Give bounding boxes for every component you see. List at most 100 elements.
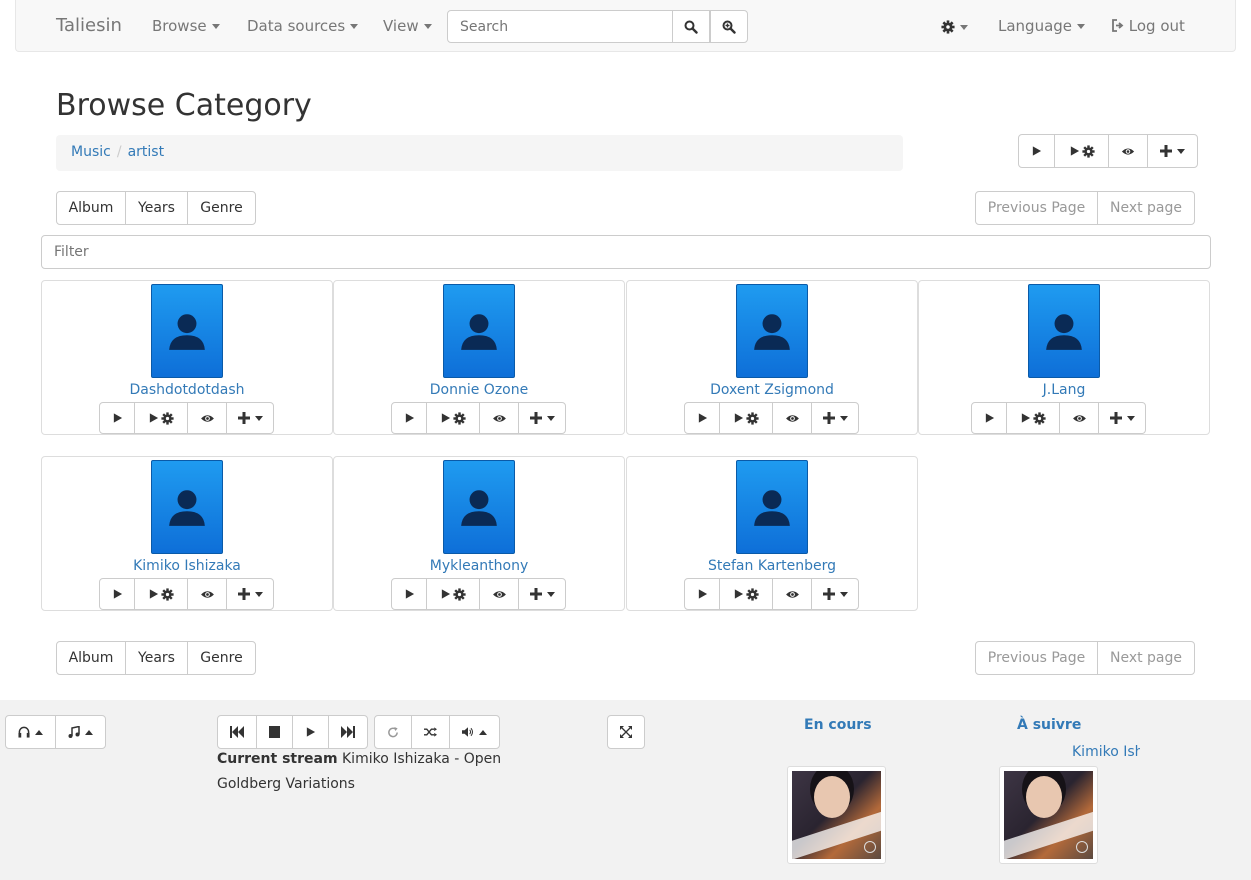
play-advanced-button[interactable]: [134, 402, 188, 434]
up-next-track[interactable]: Kimiko Ishizaka: [1072, 744, 1140, 760]
add-menu-button[interactable]: [811, 402, 859, 434]
filter-input[interactable]: [41, 235, 1211, 269]
previous-track-button[interactable]: [217, 715, 257, 749]
genre-button[interactable]: Genre: [187, 191, 256, 225]
play-button[interactable]: [292, 715, 329, 749]
plus-icon: [1160, 145, 1172, 157]
artist-actions: [99, 578, 274, 610]
eye-icon: [200, 589, 215, 600]
play-advanced-button[interactable]: [426, 402, 480, 434]
add-menu-button[interactable]: [226, 402, 274, 434]
fullscreen-button[interactable]: [607, 715, 645, 749]
settings-menu[interactable]: [941, 18, 968, 36]
artist-card-kimiko-ishizaka: Kimiko Ishizaka: [41, 456, 333, 611]
caret-down-icon: [1177, 148, 1185, 154]
play-button[interactable]: [971, 402, 1007, 434]
search-button[interactable]: [672, 10, 710, 43]
volume-icon: [462, 727, 474, 737]
view-button[interactable]: [772, 402, 812, 434]
add-menu-button[interactable]: [1098, 402, 1146, 434]
years-button[interactable]: Years: [125, 191, 188, 225]
play-button[interactable]: [391, 402, 427, 434]
play-advanced-button[interactable]: [134, 578, 188, 610]
logout-link[interactable]: Log out: [1111, 17, 1185, 35]
artist-name-link[interactable]: Dashdotdotdash: [42, 382, 332, 398]
stream-select-button[interactable]: [5, 715, 56, 749]
view-button[interactable]: [772, 578, 812, 610]
view-button[interactable]: [1108, 134, 1148, 168]
view-button[interactable]: [187, 402, 227, 434]
add-menu-button[interactable]: [811, 578, 859, 610]
up-next-cover[interactable]: [999, 766, 1098, 864]
playlist-button[interactable]: [55, 715, 106, 749]
genre-button[interactable]: Genre: [187, 641, 256, 675]
volume-button[interactable]: [449, 715, 500, 749]
view-menu[interactable]: View: [383, 17, 432, 35]
navbar: Taliesin Browse Data sources View Langua…: [15, 0, 1236, 52]
artist-name-link[interactable]: J.Lang: [919, 382, 1209, 398]
advanced-search-button[interactable]: [710, 10, 748, 43]
language-menu[interactable]: Language: [998, 17, 1086, 35]
play-button[interactable]: [99, 578, 135, 610]
artist-name-link[interactable]: Kimiko Ishizaka: [42, 558, 332, 574]
browse-menu[interactable]: Browse: [152, 17, 220, 35]
play-button[interactable]: [99, 402, 135, 434]
user-avatar[interactable]: [736, 460, 808, 554]
repeat-button[interactable]: [374, 715, 412, 749]
play-advanced-button[interactable]: [426, 578, 480, 610]
user-avatar[interactable]: [443, 460, 515, 554]
years-button[interactable]: Years: [125, 641, 188, 675]
add-menu-button[interactable]: [518, 578, 566, 610]
artist-name-link[interactable]: Mykleanthony: [334, 558, 624, 574]
user-avatar[interactable]: [736, 284, 808, 378]
user-avatar[interactable]: [151, 460, 223, 554]
play-advanced-button[interactable]: [1006, 402, 1060, 434]
play-button[interactable]: [391, 578, 427, 610]
add-menu-button[interactable]: [226, 578, 274, 610]
data-sources-menu[interactable]: Data sources: [247, 17, 359, 35]
eye-icon: [785, 413, 800, 424]
previous-page-button[interactable]: Previous Page: [975, 641, 1098, 675]
data-sources-menu-label: Data sources: [247, 17, 346, 35]
search-input[interactable]: [447, 10, 673, 43]
brand-link[interactable]: Taliesin: [56, 15, 122, 36]
user-avatar[interactable]: [1028, 284, 1100, 378]
next-track-button[interactable]: [328, 715, 368, 749]
play-advanced-button[interactable]: [719, 578, 773, 610]
view-button[interactable]: [187, 578, 227, 610]
user-avatar[interactable]: [443, 284, 515, 378]
view-button[interactable]: [1059, 402, 1099, 434]
next-page-button[interactable]: Next page: [1097, 641, 1195, 675]
next-page-button[interactable]: Next page: [1097, 191, 1195, 225]
play-button[interactable]: [1018, 134, 1055, 168]
step-forward-icon: [341, 726, 355, 738]
pagination-bottom: Previous Page Next page: [975, 641, 1195, 675]
artist-card-j-lang: J.Lang: [918, 280, 1210, 435]
play-icon: [1020, 412, 1031, 424]
play-advanced-button[interactable]: [1054, 134, 1109, 168]
shuffle-button[interactable]: [411, 715, 450, 749]
artist-name-link[interactable]: Donnie Ozone: [334, 382, 624, 398]
stream-selector-group: [5, 715, 106, 749]
album-button[interactable]: Album: [56, 641, 126, 675]
repeat-icon: [388, 726, 398, 737]
breadcrumb-music[interactable]: Music: [71, 144, 111, 160]
play-button[interactable]: [684, 402, 720, 434]
user-icon: [166, 486, 208, 528]
now-playing-cover[interactable]: [787, 766, 886, 864]
view-button[interactable]: [479, 578, 519, 610]
artist-name-link[interactable]: Doxent Zsigmond: [627, 382, 917, 398]
view-button[interactable]: [479, 402, 519, 434]
artist-name-link[interactable]: Stefan Kartenberg: [627, 558, 917, 574]
previous-page-button[interactable]: Previous Page: [975, 191, 1098, 225]
album-button[interactable]: Album: [56, 191, 126, 225]
stop-button[interactable]: [256, 715, 293, 749]
user-icon: [458, 310, 500, 352]
add-menu-button[interactable]: [1147, 134, 1198, 168]
user-avatar[interactable]: [151, 284, 223, 378]
add-menu-button[interactable]: [518, 402, 566, 434]
breadcrumb-artist[interactable]: artist: [128, 144, 165, 160]
play-button[interactable]: [684, 578, 720, 610]
play-advanced-button[interactable]: [719, 402, 773, 434]
artist-card-doxent-zsigmond: Doxent Zsigmond: [626, 280, 918, 435]
